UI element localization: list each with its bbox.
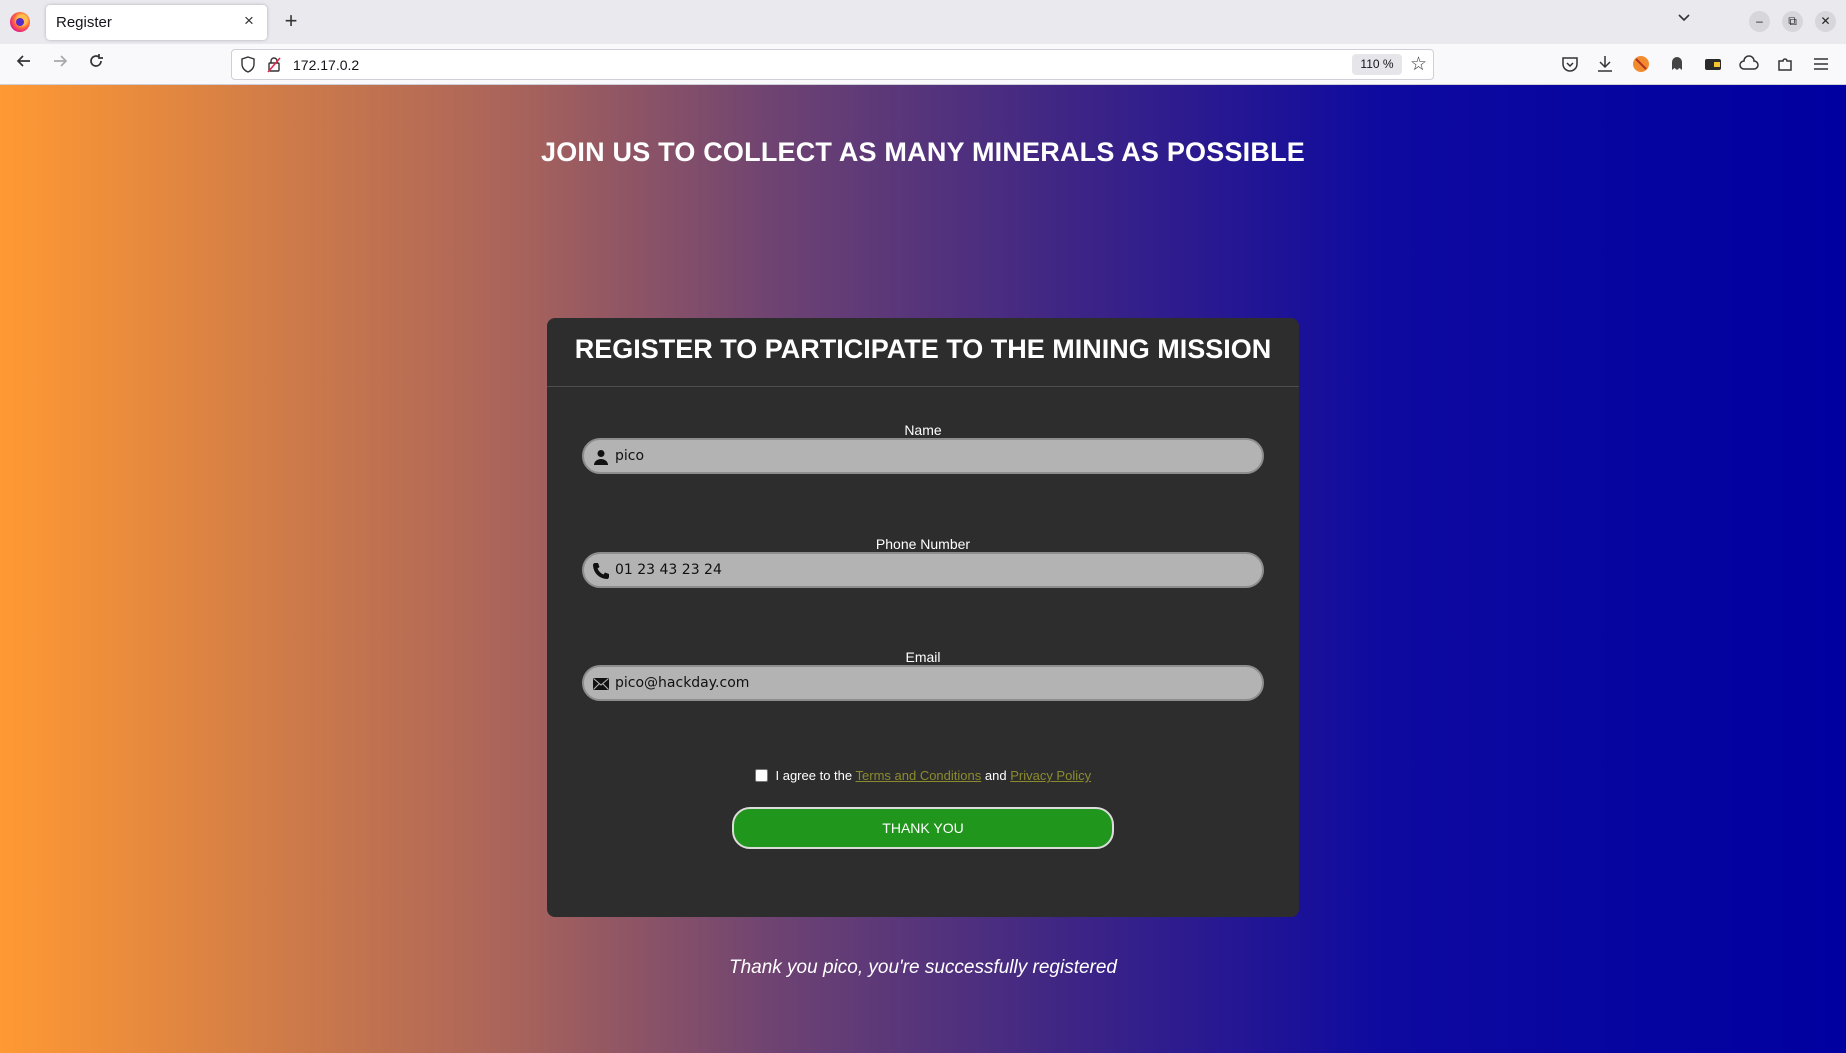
extensions-puzzle-icon[interactable] bbox=[1774, 53, 1796, 75]
url-bar[interactable]: 172.17.0.2 110 % ☆ bbox=[231, 49, 1434, 80]
close-window-button[interactable]: ✕ bbox=[1815, 11, 1836, 32]
registration-card: REGISTER TO PARTICIPATE TO THE MINING MI… bbox=[547, 318, 1299, 917]
url-text[interactable]: 172.17.0.2 bbox=[293, 57, 359, 73]
extension-ghost-icon[interactable] bbox=[1666, 53, 1688, 75]
browser-tab[interactable]: Register × bbox=[46, 5, 267, 40]
email-input[interactable] bbox=[615, 667, 1255, 699]
browser-nav-bar: 172.17.0.2 110 % ☆ bbox=[0, 44, 1846, 85]
downloads-icon[interactable] bbox=[1594, 53, 1616, 75]
browser-tab-bar: Register × + – ⧉ ✕ bbox=[0, 0, 1846, 44]
extension-cloud-icon[interactable] bbox=[1738, 53, 1760, 75]
tab-list-chevron-icon[interactable] bbox=[1676, 10, 1692, 31]
app-menu-hamburger-icon[interactable] bbox=[1810, 53, 1832, 75]
form-title: REGISTER TO PARTICIPATE TO THE MINING MI… bbox=[574, 334, 1272, 364]
phone-input[interactable] bbox=[615, 554, 1255, 586]
extension-blocker-icon[interactable] bbox=[1630, 53, 1652, 75]
phone-label: Phone Number bbox=[875, 536, 971, 552]
phone-field[interactable] bbox=[582, 552, 1264, 588]
terms-link[interactable]: Terms and Conditions bbox=[856, 768, 982, 783]
restore-button[interactable]: ⧉ bbox=[1782, 11, 1803, 32]
tracking-shield-icon[interactable] bbox=[241, 56, 255, 73]
agree-prefix-text: I agree to the bbox=[775, 768, 853, 783]
terms-checkbox[interactable] bbox=[754, 769, 768, 782]
email-label: Email bbox=[905, 649, 941, 665]
agree-and-text: and bbox=[984, 768, 1007, 783]
insecure-lock-icon[interactable] bbox=[267, 56, 281, 73]
phone-icon bbox=[593, 563, 609, 579]
new-tab-button[interactable]: + bbox=[280, 8, 302, 34]
reload-button[interactable] bbox=[83, 52, 109, 78]
page-hero-title: JOIN US TO COLLECT AS MANY MINERALS AS P… bbox=[541, 137, 1305, 167]
forward-button[interactable] bbox=[47, 52, 73, 78]
success-message: Thank you pico, you're successfully regi… bbox=[728, 957, 1118, 978]
submit-button[interactable]: THANK YOU bbox=[732, 807, 1114, 849]
card-header: REGISTER TO PARTICIPATE TO THE MINING MI… bbox=[547, 318, 1299, 387]
envelope-icon bbox=[593, 678, 609, 690]
name-input[interactable] bbox=[615, 440, 1255, 472]
page-viewport: JOIN US TO COLLECT AS MANY MINERALS AS P… bbox=[0, 85, 1846, 1053]
firefox-logo-icon bbox=[10, 12, 30, 32]
tab-close-icon[interactable]: × bbox=[239, 11, 259, 31]
name-field[interactable] bbox=[582, 438, 1264, 474]
pocket-icon[interactable] bbox=[1559, 53, 1581, 75]
terms-agreement: I agree to the Terms and Conditions and … bbox=[547, 768, 1299, 783]
extension-wallet-icon[interactable] bbox=[1702, 53, 1724, 75]
back-button[interactable] bbox=[11, 52, 37, 78]
privacy-link[interactable]: Privacy Policy bbox=[1010, 768, 1091, 783]
minimize-button[interactable]: – bbox=[1749, 11, 1770, 32]
email-field[interactable] bbox=[582, 665, 1264, 701]
zoom-level-badge[interactable]: 110 % bbox=[1352, 54, 1402, 75]
name-label: Name bbox=[904, 422, 942, 438]
tab-title: Register bbox=[56, 14, 112, 31]
bookmark-star-icon[interactable]: ☆ bbox=[1410, 53, 1427, 76]
person-icon bbox=[594, 450, 608, 465]
